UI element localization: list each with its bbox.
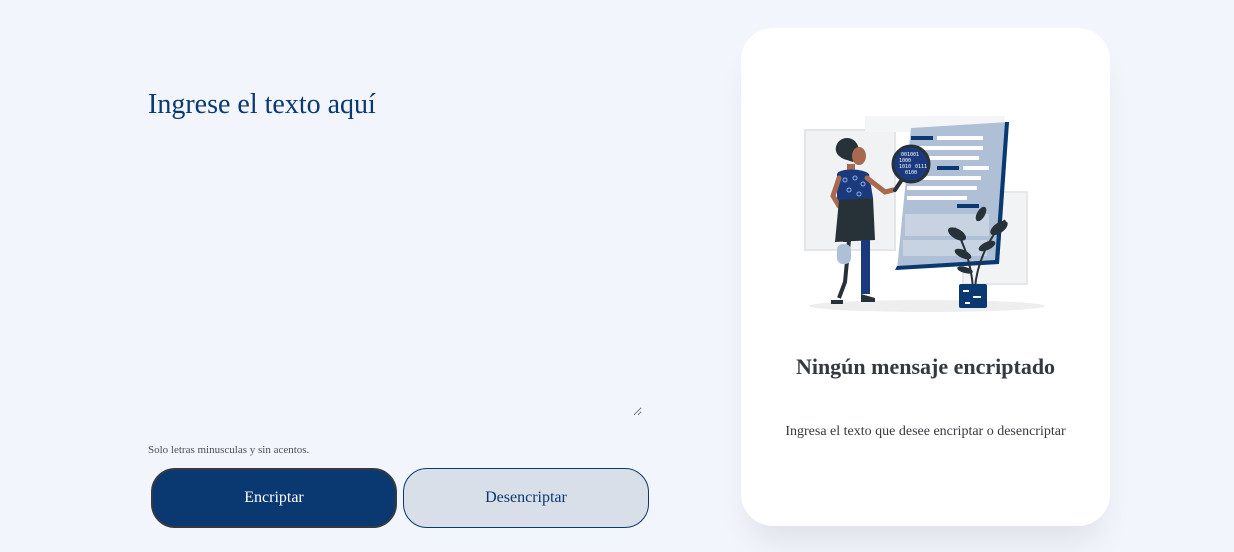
document-search-illustration: 001001 1000 1010 0111 0100 [804,116,1045,312]
person-leg-right [861,240,870,294]
doc-line-6 [963,166,989,170]
result-title: Ningún mensaje encriptado [795,354,1056,379]
hint-text: Solo letras minusculas y sin acentos. [148,444,310,456]
doc-line-7 [917,176,981,180]
doc-line-5 [937,166,959,170]
person-face [852,147,866,165]
input-panel: Solo letras minusculas y sin acentos. En… [148,0,658,552]
doc-line-1 [911,136,933,140]
doc-line-2 [937,136,983,140]
person-shoe-left [831,300,843,304]
result-description: Ingresa el texto que desee encriptar o d… [785,424,1066,439]
magnifier-binary-5: 0100 [905,170,917,176]
person-prosthetic-socket [837,244,851,264]
pot-mark-3 [965,302,970,304]
doc-block-2 [903,240,987,256]
result-panel: 001001 1000 1010 0111 0100 Ningún mensaj… [741,28,1110,526]
text-input[interactable] [148,86,642,416]
doc-line-10 [957,204,979,208]
doc-line-8 [907,186,977,190]
pot-mark-1 [963,290,969,292]
floor-shadow [809,300,1045,312]
encrypt-button[interactable]: Encriptar [151,468,397,528]
doc-line-9 [907,196,967,200]
person-shoe-right [861,294,875,302]
person-skirt [835,198,875,242]
decrypt-button[interactable]: Desencriptar [403,468,649,528]
person-shirt [837,169,873,202]
pot-mark-2 [973,296,981,298]
hint-message: Solo letras minusculas y sin acentos. [148,444,309,456]
